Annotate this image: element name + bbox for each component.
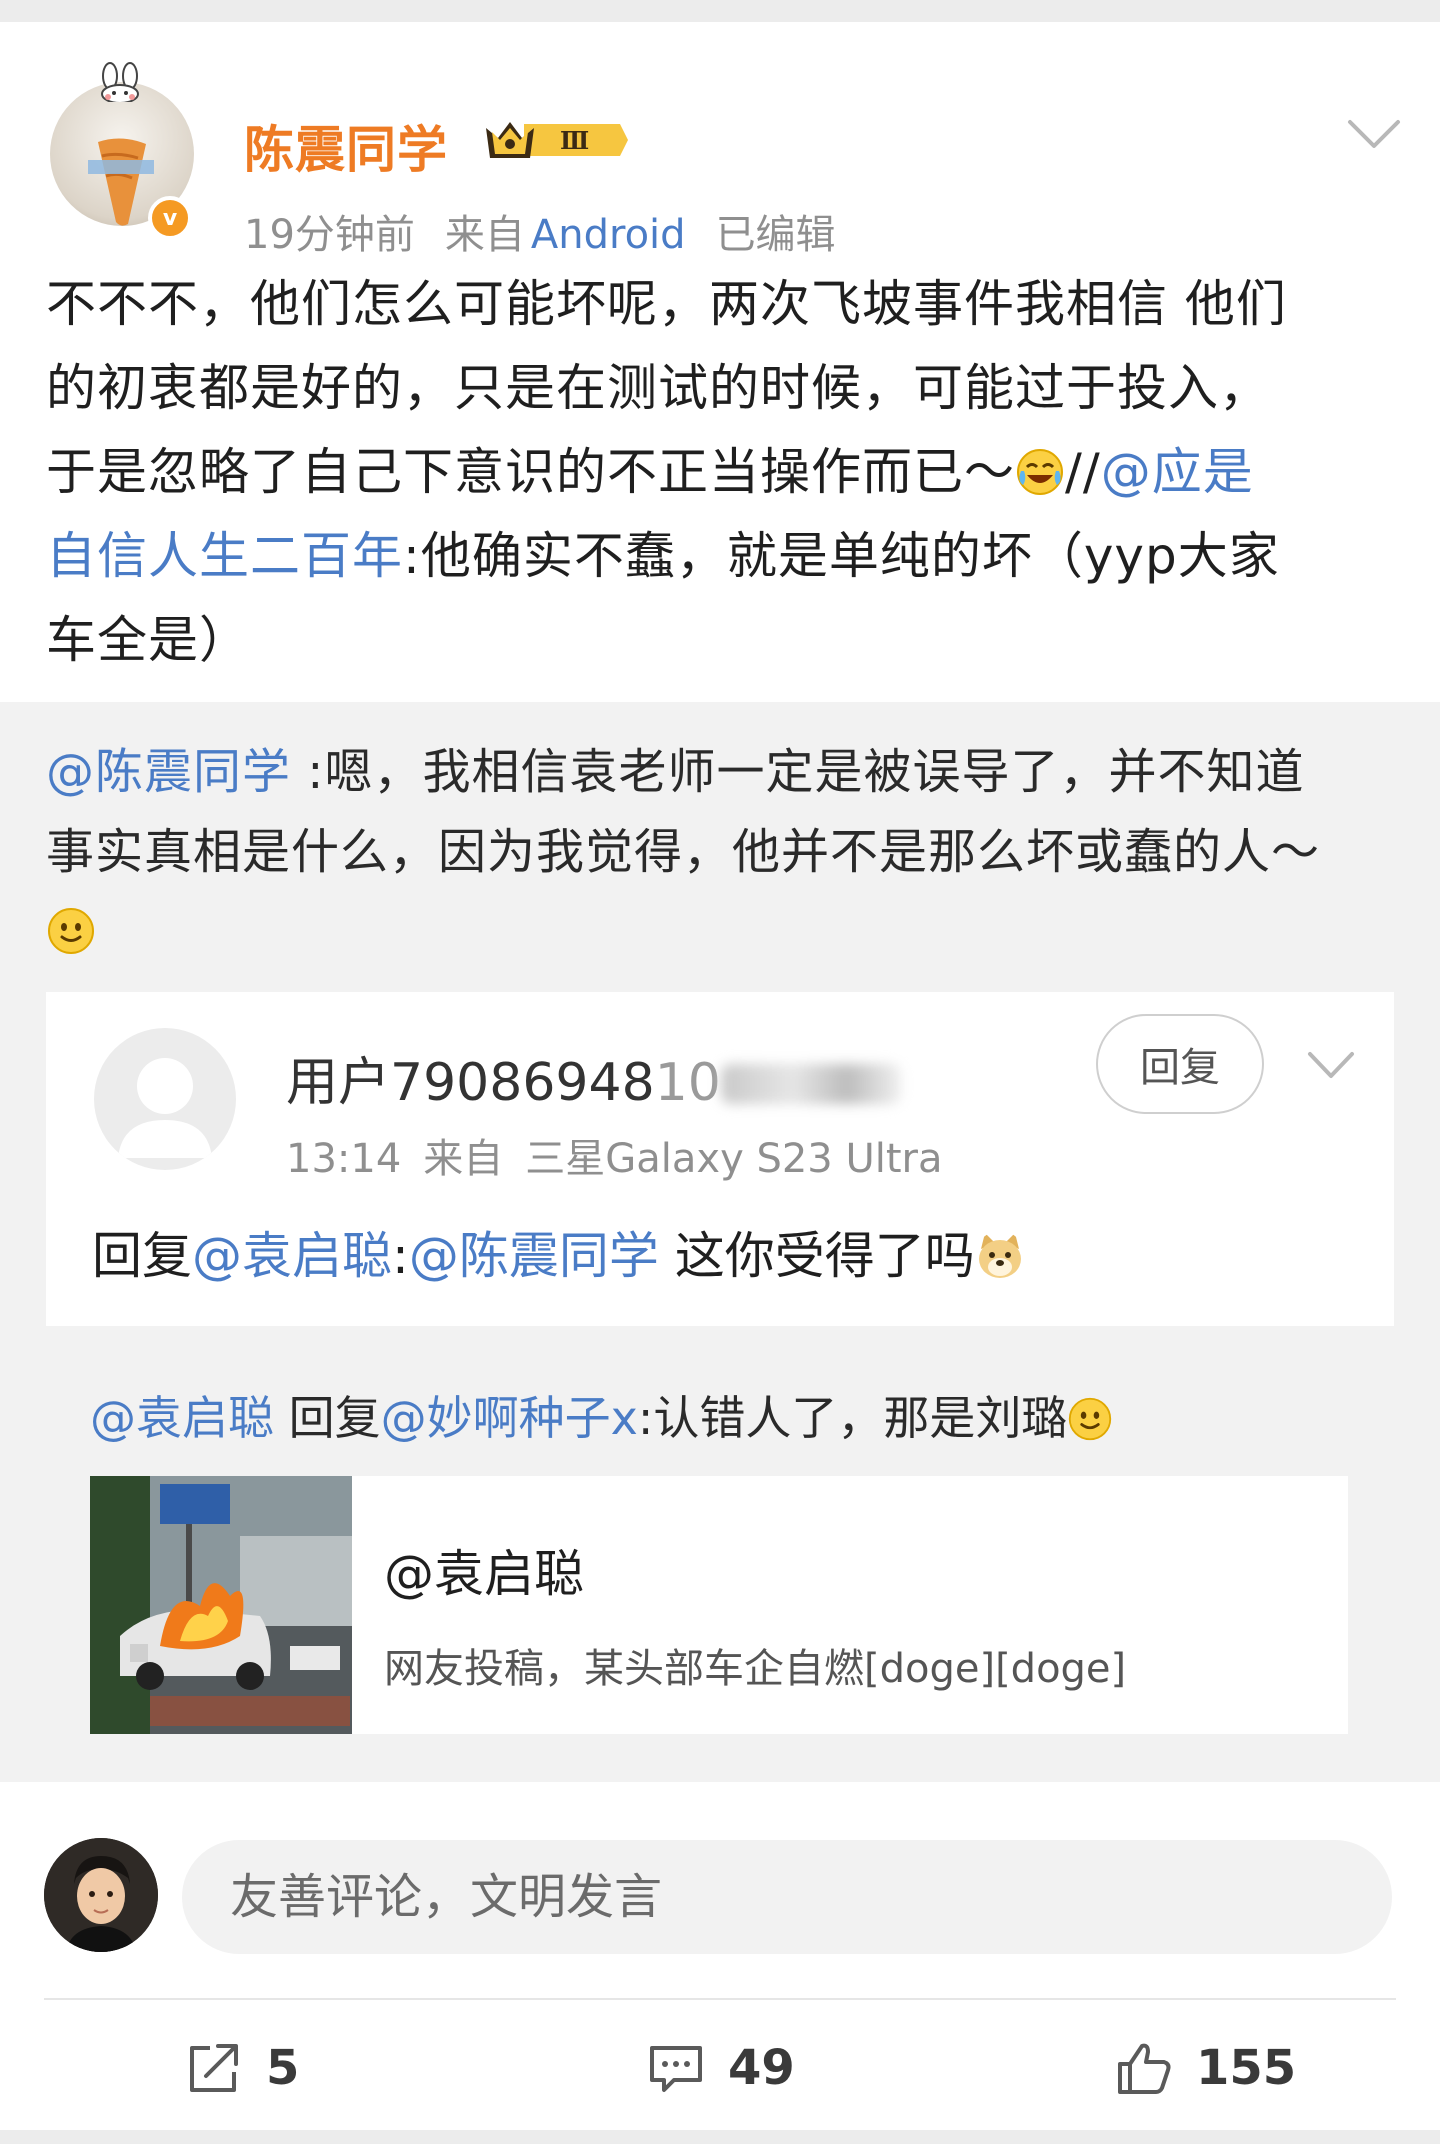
post-line: 自信人生二百年:他确实不蠢，就是单纯的坏（yyp大家 — [46, 514, 1396, 598]
comment-meta: 13:14 来自 三星Galaxy S23 Ultra — [286, 1126, 965, 1184]
smile-emoji-icon — [48, 908, 94, 954]
mention-link-continued[interactable]: 自信人生二百年 — [46, 527, 403, 585]
post-time: 19分钟前 — [244, 212, 415, 258]
laugh-cry-emoji-icon — [1017, 449, 1063, 495]
repost-line-text: :嗯，我相信袁老师一定是被误导了，并不知道 — [291, 744, 1305, 800]
rabbit-ears-icon — [101, 62, 139, 102]
source-link[interactable]: Android — [531, 212, 686, 258]
mention-link[interactable]: @袁启聪 — [90, 1391, 274, 1445]
mention-link[interactable]: @妙啊种子x — [381, 1391, 638, 1445]
post-line: 不不不，他们怎么可能坏呢，两次飞坡事件我相信 他们 — [46, 275, 1287, 333]
comment-button[interactable]: 49 — [646, 2030, 795, 2106]
weibo-post-card: v 陈震同学 Ⅲ 19分钟前 来自 Android 已编辑 不不不，他们怎么可能坏呢，… — [0, 22, 1440, 2130]
comment-count: 49 — [728, 2040, 795, 2096]
post-line-text: 于是忽略了自己下意识的不正当操作而已～ — [46, 443, 1015, 501]
car-fire-thumbnail — [90, 1476, 352, 1734]
chevron-down-icon[interactable] — [1306, 1048, 1356, 1082]
comment-input[interactable] — [182, 1840, 1392, 1954]
comment-card: 用户7908694810 13:14 来自 三星Galaxy S23 Ultra 回… — [46, 992, 1394, 1326]
author-name[interactable]: 陈震同学 — [244, 110, 448, 182]
comment-time: 13:14 — [286, 1136, 402, 1182]
thumbs-up-icon — [1118, 2043, 1171, 2094]
comment-colon: : — [392, 1227, 409, 1285]
edited-label[interactable]: 已编辑 — [716, 212, 836, 258]
repost-slashes: // — [1065, 443, 1101, 501]
shared-card-description: 网友投稿，某头部车企自燃[doge][doge] — [384, 1646, 1127, 1692]
comment-reply-prefix: 回复 — [92, 1227, 192, 1285]
commenter-name-text: 用户79086948 — [286, 1053, 655, 1113]
post-line: 车全是） — [46, 611, 250, 669]
repost-author-mention[interactable]: @陈震同学 — [46, 744, 291, 800]
repost-line: 事实真相是什么，因为我觉得，他并不是那么坏或蠢的人～ — [46, 824, 1321, 880]
blurred-username-patch — [720, 1064, 901, 1104]
post-line: 于是忽略了自己下意识的不正当操作而已～ //@应是 — [46, 430, 1396, 514]
reply-text: :认错人了，那是刘璐 — [637, 1391, 1068, 1445]
author-avatar[interactable]: v — [46, 62, 196, 240]
default-avatar-icon[interactable] — [94, 1028, 236, 1170]
comment-icon — [650, 2046, 702, 2092]
mention-link[interactable]: @陈震同学 — [409, 1227, 659, 1285]
repost-text: @陈震同学 :嗯，我相信袁老师一定是被误导了，并不知道 事实真相是什么，因为我觉… — [46, 732, 1396, 972]
comment-body: 回复@袁启聪:@陈震同学 这你受得了吗 — [92, 1216, 1025, 1288]
source-prefix: 来自 — [444, 212, 525, 258]
verified-badge-icon: v — [148, 196, 192, 240]
comment-source-prefix: 来自 — [423, 1136, 504, 1182]
repost-line — [46, 892, 1396, 972]
comment-text: 这你受得了吗 — [658, 1227, 975, 1285]
shared-post-card[interactable]: @袁启聪 网友投稿，某头部车企自燃[doge][doge] — [90, 1476, 1348, 1734]
carrot-illustration — [88, 138, 154, 226]
repost-line: @陈震同学 :嗯，我相信袁老师一定是被误导了，并不知道 — [46, 732, 1396, 812]
repost-button[interactable]: 5 — [184, 2030, 299, 2106]
reply-line: @袁启聪 回复@妙啊种子x:认错人了，那是刘璐 — [90, 1382, 1113, 1448]
commenter-name-tail: 10 — [654, 1053, 721, 1113]
like-count: 155 — [1196, 2040, 1297, 2096]
doge-emoji-icon — [978, 1233, 1021, 1278]
reposted-content[interactable]: @陈震同学 :嗯，我相信袁老师一定是被误导了，并不知道 事实真相是什么，因为我觉… — [0, 702, 1440, 1782]
shared-card-title: @袁启聪 — [384, 1545, 584, 1603]
current-user-avatar[interactable] — [44, 1838, 158, 1952]
divider — [44, 1998, 1396, 2000]
reply-button[interactable]: 回复 — [1096, 1014, 1264, 1114]
vip-level-text: Ⅲ — [560, 126, 589, 155]
smile-emoji-icon — [1069, 1397, 1112, 1441]
post-line: 的初衷都是好的，只是在测试的时候，可能过于投入， — [46, 359, 1270, 417]
like-button[interactable]: 155 — [1114, 2030, 1296, 2106]
reply-label: 回复 — [274, 1391, 381, 1445]
post-header: v 陈震同学 Ⅲ 19分钟前 来自 Android 已编辑 — [0, 22, 1440, 258]
action-bar: 5 49 155 — [0, 2018, 1440, 2118]
post-text: 不不不，他们怎么可能坏呢，两次飞坡事件我相信 他们 的初衷都是好的，只是在测试的… — [46, 262, 1396, 682]
comment-input-row — [0, 1822, 1440, 1972]
post-meta: 19分钟前 来自 Android 已编辑 — [244, 202, 866, 260]
repost-count: 5 — [266, 2040, 300, 2096]
post-line-text: :他确实不蠢，就是单纯的坏（yyp大家 — [403, 527, 1280, 585]
mention-link[interactable]: @应是 — [1101, 443, 1254, 501]
share-icon — [190, 2044, 238, 2092]
commenter-name[interactable]: 用户7908694810 — [286, 1040, 901, 1115]
chevron-down-icon[interactable] — [1346, 114, 1402, 154]
mention-link[interactable]: @袁启聪 — [192, 1227, 392, 1285]
comment-source: 三星Galaxy S23 Ultra — [525, 1136, 943, 1182]
vip-crown-badge-icon: Ⅲ — [486, 122, 628, 158]
